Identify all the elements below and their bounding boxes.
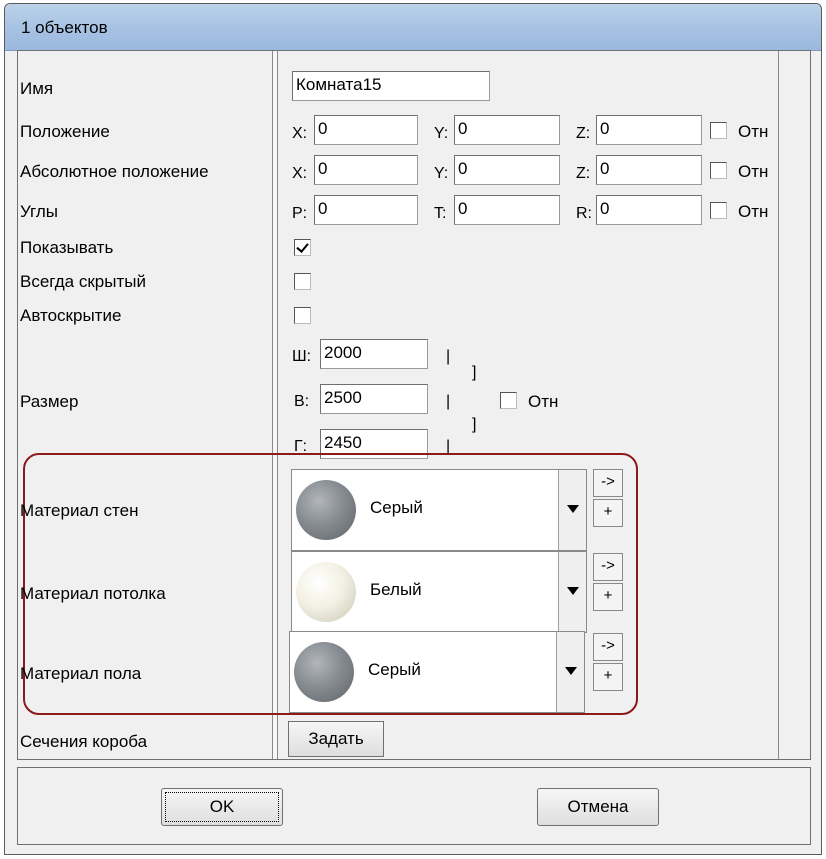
position-label: Положение [20, 122, 110, 141]
cancel-button[interactable]: Отмена [537, 788, 659, 826]
material-sphere-icon [294, 642, 354, 702]
chevron-down-icon[interactable] [556, 632, 584, 712]
floor-material-select[interactable]: Серый [289, 631, 585, 713]
box-sections-label: Сечения короба [20, 732, 148, 751]
always-hidden-label: Всегда скрытый [20, 272, 146, 291]
autohide-label: Автоскрытие [20, 306, 122, 325]
size-link-bracket-top: ] [472, 364, 477, 381]
properties-grid: Имя Комната15 Положение X: 0 Y: 0 Z: 0 О… [17, 50, 811, 760]
size-relative-checkbox[interactable] [500, 392, 517, 409]
wall-material-value: Серый [370, 498, 423, 517]
abs-position-relative-checkbox[interactable] [710, 162, 727, 179]
position-x-input[interactable]: 0 [314, 115, 418, 145]
position-z-input[interactable]: 0 [596, 115, 702, 145]
angles-label: Углы [20, 202, 59, 221]
chevron-down-icon[interactable] [558, 552, 586, 632]
window-title: 1 объектов [21, 18, 108, 37]
abs-position-y-label: Y: [434, 165, 449, 182]
ceiling-material-value: Белый [370, 580, 422, 599]
size-h-label: В: [294, 393, 310, 410]
scrollbar-gutter [778, 51, 779, 759]
show-label: Показывать [20, 238, 114, 257]
size-h-separator: | [446, 393, 451, 410]
material-sphere-icon [296, 562, 356, 622]
autohide-checkbox[interactable] [294, 307, 311, 324]
abs-position-y-input[interactable]: 0 [454, 155, 560, 185]
angle-t-label: T: [434, 205, 447, 222]
position-relative-checkbox[interactable] [710, 122, 727, 139]
ok-button-label: OK [209, 797, 235, 816]
angle-r-input[interactable]: 0 [596, 195, 702, 225]
size-h-input[interactable]: 2500 [320, 384, 428, 414]
ceiling-material-add-button[interactable]: + [593, 583, 623, 611]
floor-material-value: Серый [368, 660, 421, 679]
material-sphere-icon [296, 480, 356, 540]
floor-material-label: Материал пола [20, 664, 142, 683]
wall-material-select[interactable]: Серый [291, 469, 587, 551]
position-z-label: Z: [576, 125, 591, 142]
abs-position-z-label: Z: [576, 165, 591, 182]
title-bar[interactable]: 1 объектов [5, 4, 821, 51]
size-w-label: Ш: [292, 348, 312, 365]
abs-position-x-input[interactable]: 0 [314, 155, 418, 185]
wall-material-add-button[interactable]: + [593, 499, 623, 527]
size-link-bracket-bottom: ] [472, 416, 477, 433]
set-box-sections-button[interactable]: Задать [288, 721, 384, 757]
name-input[interactable]: Комната15 [292, 71, 490, 101]
position-x-label: X: [292, 125, 308, 142]
properties-dialog: 1 объектов Имя Комната15 Положение X: 0 … [4, 3, 822, 855]
floor-material-apply-button[interactable]: -> [593, 633, 623, 661]
angle-t-input[interactable]: 0 [454, 195, 560, 225]
angles-relative-label: Отн [738, 202, 769, 221]
size-w-input[interactable]: 2000 [320, 339, 428, 369]
abs-position-x-label: X: [292, 165, 308, 182]
wall-material-apply-button[interactable]: -> [593, 469, 623, 497]
position-relative-label: Отн [738, 122, 769, 141]
dialog-button-area [17, 767, 811, 845]
name-label: Имя [20, 79, 54, 98]
abs-position-z-input[interactable]: 0 [596, 155, 702, 185]
chevron-down-icon[interactable] [558, 470, 586, 550]
size-w-separator: | [446, 348, 451, 365]
always-hidden-checkbox[interactable] [294, 273, 311, 290]
angles-relative-checkbox[interactable] [710, 202, 727, 219]
angle-p-label: P: [292, 205, 308, 222]
size-label: Размер [20, 392, 79, 411]
floor-material-add-button[interactable]: + [593, 663, 623, 691]
ceiling-material-select[interactable]: Белый [291, 551, 587, 633]
abs-position-relative-label: Отн [738, 162, 769, 181]
ceiling-material-label: Материал потолка [20, 584, 166, 603]
angle-r-label: R: [576, 205, 592, 222]
angle-p-input[interactable]: 0 [314, 195, 418, 225]
size-relative-label: Отн [528, 392, 559, 411]
wall-material-label: Материал стен [20, 501, 139, 520]
abs-position-label: Абсолютное положение [20, 162, 209, 181]
show-checkbox[interactable] [294, 239, 311, 256]
ceiling-material-apply-button[interactable]: -> [593, 553, 623, 581]
position-y-input[interactable]: 0 [454, 115, 560, 145]
position-y-label: Y: [434, 125, 449, 142]
ok-button[interactable]: OK [161, 788, 283, 826]
